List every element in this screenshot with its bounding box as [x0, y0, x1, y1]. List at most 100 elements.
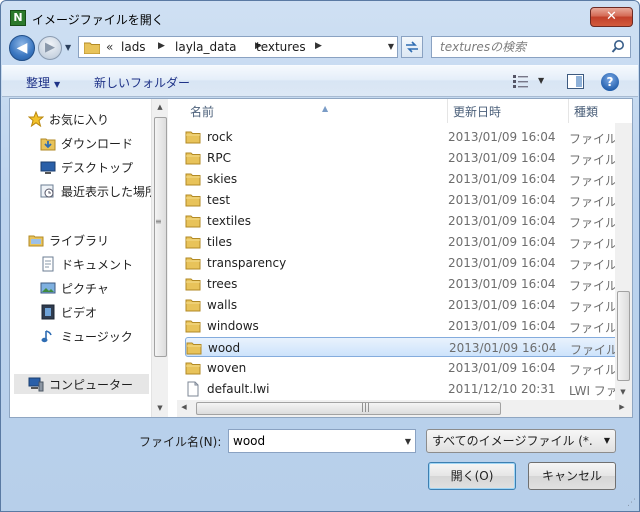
search-icon[interactable] — [611, 39, 625, 55]
sidebar-item-pictures[interactable]: ピクチャ — [40, 278, 109, 298]
file-type: ファイル — [570, 343, 619, 357]
table-row[interactable]: woven 2013/01/09 16:04 ファイル — [185, 358, 625, 378]
file-name: woven — [207, 361, 247, 375]
file-name: windows — [207, 319, 259, 333]
sidebar-item-videos[interactable]: ビデオ — [40, 302, 97, 322]
scroll-right-icon[interactable]: ▶ — [615, 403, 629, 411]
column-name[interactable]: 名前 ▲ — [185, 99, 448, 123]
organize-label: 整理 — [26, 76, 51, 90]
table-row[interactable]: transparency 2013/01/09 16:04 ファイル — [185, 253, 625, 273]
search-input[interactable] — [432, 37, 602, 57]
folder-icon — [185, 278, 201, 291]
search-box[interactable] — [431, 36, 631, 58]
sidebar-item-libraries[interactable]: ライブラリ — [28, 230, 109, 250]
file-type: ファイル — [569, 195, 618, 209]
sidebar-item-label: デスクトップ — [61, 160, 134, 175]
table-row[interactable]: windows 2013/01/09 16:04 ファイル — [185, 316, 625, 336]
file-date: 2011/12/10 20:31 — [448, 382, 556, 396]
filename-field[interactable]: ▼ — [228, 429, 416, 453]
breadcrumb-separator-icon[interactable]: ▶ — [315, 41, 322, 51]
videos-icon — [41, 304, 55, 320]
close-button[interactable]: ✕ — [590, 7, 633, 27]
cancel-button[interactable]: キャンセル — [528, 462, 616, 490]
file-name: test — [207, 193, 231, 207]
preview-pane-icon[interactable] — [567, 74, 585, 90]
folder-icon — [84, 42, 100, 54]
column-date[interactable]: 更新日時 — [448, 99, 569, 123]
sidebar-item-label: ドキュメント — [61, 257, 134, 272]
sidebar-item-computer[interactable]: コンピューター — [14, 374, 149, 394]
sidebar-item-music[interactable]: ミュージック — [40, 326, 133, 346]
sidebar-item-desktop[interactable]: デスクトップ — [40, 157, 133, 177]
table-row[interactable]: skies 2013/01/09 16:04 ファイル — [185, 169, 625, 189]
file-date: 2013/01/09 16:04 — [448, 172, 556, 186]
scroll-up-icon[interactable]: ▲ — [152, 103, 168, 111]
table-row[interactable]: rock 2013/01/09 16:04 ファイル — [185, 127, 625, 147]
grip-icon: ||| — [361, 403, 371, 413]
file-name-cell: woven — [185, 358, 246, 378]
sidebar-item-recent-places[interactable]: 最近表示した場所 — [40, 181, 151, 201]
file-type: ファイル — [569, 237, 618, 251]
open-image-dialog: N イメージファイルを開く ✕ ◀ ▶ ▼ « lads ▶ layla_dat… — [0, 0, 640, 512]
sidebar-item-label: 最近表示した場所 — [61, 184, 151, 199]
table-row-selected[interactable]: wood 2013/01/09 16:04 ファイル — [185, 337, 625, 357]
address-bar[interactable]: « lads ▶ layla_data ▶ textures ▶ ▼ — [78, 36, 398, 58]
desktop-icon — [40, 161, 56, 174]
view-options-icon[interactable] — [512, 74, 530, 88]
recent-pages-dropdown-icon[interactable]: ▼ — [65, 43, 71, 52]
forward-button[interactable]: ▶ — [38, 36, 62, 60]
title-bar[interactable]: N イメージファイルを開く ✕ — [1, 1, 639, 35]
open-button[interactable]: 開く(O) — [428, 462, 516, 490]
folder-icon — [185, 320, 201, 333]
filename-label: ファイル名(N): — [139, 435, 222, 449]
file-list-vertical-scrollbar[interactable]: ▼ — [615, 123, 632, 400]
table-row[interactable]: default.lwi 2011/12/10 20:31 LWI ファ — [185, 379, 625, 399]
view-dropdown-icon[interactable]: ▼ — [538, 76, 544, 85]
file-date: 2013/01/09 16:04 — [448, 193, 556, 207]
sidebar-item-downloads[interactable]: ダウンロード — [40, 133, 133, 153]
help-icon[interactable]: ? — [601, 73, 619, 91]
file-name: tiles — [207, 235, 233, 249]
file-date: 2013/01/09 16:04 — [448, 214, 556, 228]
scrollbar-thumb[interactable] — [617, 291, 630, 381]
organize-button[interactable]: 整理 ▼ — [26, 74, 60, 91]
scrollbar-thumb[interactable]: ||| — [196, 402, 501, 415]
sidebar-item-documents[interactable]: ドキュメント — [40, 254, 133, 274]
file-name: walls — [207, 298, 238, 312]
table-row[interactable]: tiles 2013/01/09 16:04 ファイル — [185, 232, 625, 252]
address-dropdown-icon[interactable]: ▼ — [388, 42, 394, 51]
scrollbar-thumb[interactable] — [154, 117, 167, 357]
folder-icon — [186, 342, 202, 355]
filename-input[interactable] — [229, 430, 397, 452]
sidebar-item-favorites[interactable]: お気に入り — [28, 109, 109, 129]
breadcrumb-separator-icon[interactable]: ▶ — [158, 41, 165, 51]
file-list-horizontal-scrollbar[interactable]: ◀ ||| ▶ — [177, 400, 632, 417]
chevron-down-icon[interactable]: ▼ — [405, 437, 411, 446]
scroll-down-icon[interactable]: ▼ — [152, 404, 168, 412]
file-date: 2013/01/09 16:04 — [448, 277, 556, 291]
table-row[interactable]: test 2013/01/09 16:04 ファイル — [185, 190, 625, 210]
navigation-scrollbar[interactable]: ▲ ≡ ▼ — [151, 99, 168, 417]
scroll-left-icon[interactable]: ◀ — [177, 403, 191, 411]
column-type[interactable]: 種類 — [569, 99, 629, 123]
table-row[interactable]: trees 2013/01/09 16:04 ファイル — [185, 274, 625, 294]
refresh-button[interactable] — [401, 36, 423, 58]
file-name-cell: transparency — [185, 253, 286, 273]
breadcrumb-lads[interactable]: lads — [121, 40, 146, 54]
table-row[interactable]: textiles 2013/01/09 16:04 ファイル — [185, 211, 625, 231]
resize-grip-icon[interactable]: ⋰ — [627, 498, 636, 508]
new-folder-button[interactable]: 新しいフォルダー — [94, 74, 190, 91]
scroll-down-icon[interactable]: ▼ — [615, 388, 631, 396]
table-row[interactable]: RPC 2013/01/09 16:04 ファイル — [185, 148, 625, 168]
recent-places-icon — [40, 184, 54, 198]
back-button[interactable]: ◀ — [9, 35, 35, 61]
address-overflow[interactable]: « — [106, 40, 113, 54]
chevron-down-icon: ▼ — [603, 436, 610, 445]
file-type: ファイル — [569, 153, 618, 167]
pane-splitter[interactable] — [169, 99, 177, 417]
breadcrumb-layla-data[interactable]: layla_data — [175, 40, 237, 54]
table-row[interactable]: walls 2013/01/09 16:04 ファイル — [185, 295, 625, 315]
file-type-filter[interactable]: すべてのイメージファイル (*. ▼ — [426, 429, 616, 453]
file-name-cell: RPC — [185, 148, 231, 168]
breadcrumb-textures-label[interactable]: textures — [256, 40, 306, 54]
